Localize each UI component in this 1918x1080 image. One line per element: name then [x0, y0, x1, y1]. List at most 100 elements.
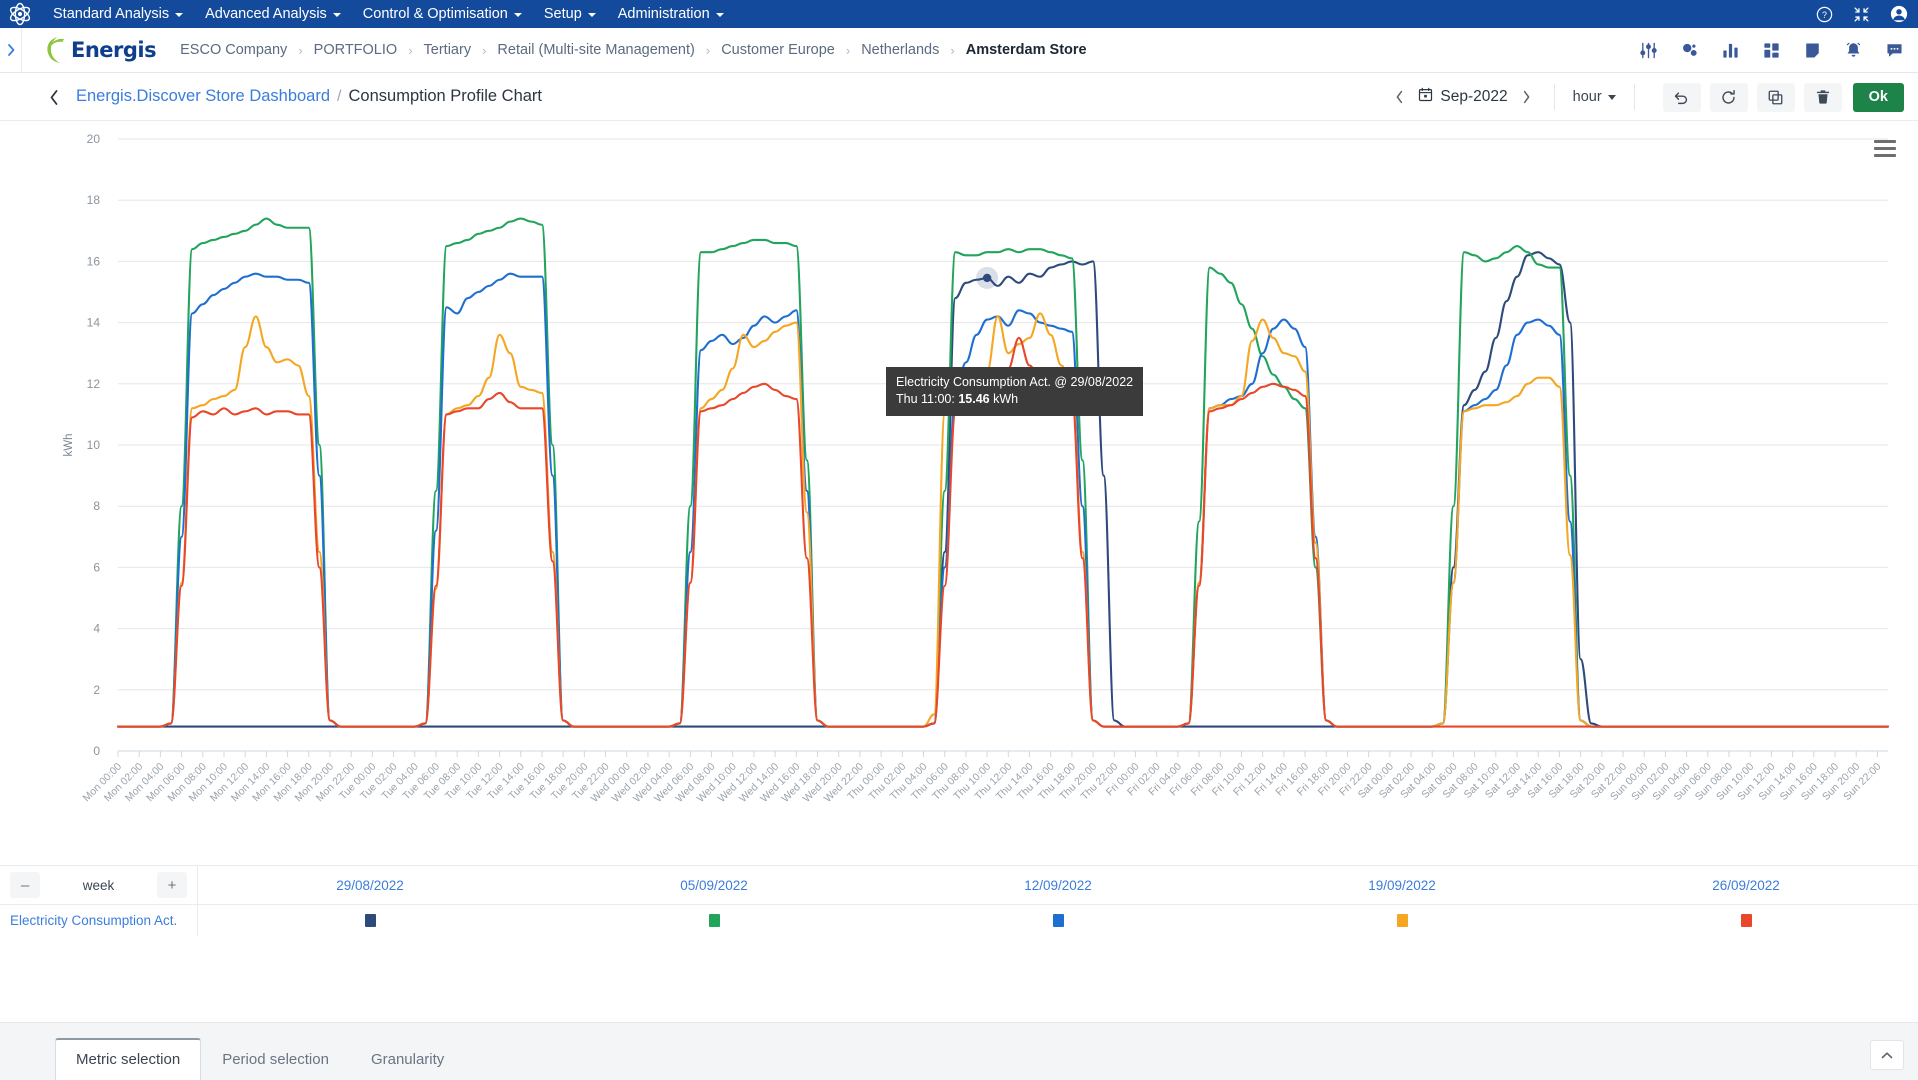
legend-swatch-1[interactable]: [709, 914, 720, 927]
legend-swatch-3[interactable]: [1397, 914, 1408, 927]
bubble-chart-icon[interactable]: [1680, 41, 1699, 60]
breadcrumb-separator-icon: ›: [298, 43, 302, 58]
tab-metric-selection[interactable]: Metric selection: [55, 1038, 201, 1080]
svg-text:16: 16: [87, 254, 101, 268]
chart-region: 02468101214161820kWhMon 00:00Mon 02:00Mo…: [0, 121, 1918, 865]
breadcrumb-separator-icon: ›: [950, 43, 954, 58]
svg-text:kWh: kWh: [63, 434, 75, 457]
breadcrumb-separator-icon: ›: [408, 43, 412, 58]
legend-swatch-cell-4: [1574, 905, 1918, 936]
svg-text:4: 4: [93, 622, 100, 636]
user-avatar-icon[interactable]: [1890, 5, 1908, 23]
svg-text:20: 20: [87, 132, 101, 146]
bottom-tab-bar: Metric selection Period selection Granul…: [0, 1022, 1918, 1080]
breadcrumb-item-tertiary[interactable]: Tertiary: [422, 42, 474, 58]
toolbar-actions: Sep-2022 hour Ok: [1386, 73, 1904, 121]
dashboard-grid-icon[interactable]: [1762, 41, 1781, 60]
page-title: Energis.Discover Store Dashboard / Consu…: [76, 87, 542, 106]
tab-granularity[interactable]: Granularity: [350, 1039, 465, 1080]
breadcrumb-item-retail[interactable]: Retail (Multi-site Management): [495, 42, 696, 58]
chevron-down-icon: [514, 13, 522, 17]
legend-date-1[interactable]: 05/09/2022: [542, 866, 886, 904]
week-decrease-button[interactable]: –: [10, 872, 40, 898]
hamburger-menu-icon[interactable]: [1874, 140, 1896, 157]
svg-text:0: 0: [93, 744, 100, 758]
tab-period-selection[interactable]: Period selection: [201, 1039, 350, 1080]
chevron-down-icon: [716, 13, 724, 17]
consumption-profile-chart[interactable]: 02468101214161820kWhMon 00:00Mon 02:00Mo…: [0, 121, 1918, 865]
legend-date-4[interactable]: 26/09/2022: [1574, 866, 1918, 904]
breadcrumb-item-esco-company[interactable]: ESCO Company: [178, 42, 289, 58]
breadcrumb-bar: Energis ESCO Company › PORTFOLIO › Terti…: [0, 28, 1918, 73]
ok-button[interactable]: Ok: [1853, 83, 1904, 112]
legend-swatch-cell-0: [198, 905, 542, 936]
period-prev-button[interactable]: [1386, 82, 1412, 112]
menu-item-advanced-analysis[interactable]: Advanced Analysis: [194, 3, 352, 26]
back-button[interactable]: [48, 73, 60, 121]
help-circle-icon[interactable]: ?: [1816, 6, 1833, 23]
breadcrumb-item-portfolio[interactable]: PORTFOLIO: [312, 42, 400, 58]
top-app-bar: Standard Analysis Advanced Analysis Cont…: [0, 0, 1918, 28]
atom-logo-icon[interactable]: [4, 0, 36, 28]
period-next-button[interactable]: [1514, 82, 1540, 112]
legend-date-0[interactable]: 29/08/2022: [198, 866, 542, 904]
menu-item-administration[interactable]: Administration: [607, 3, 735, 26]
menu-item-setup[interactable]: Setup: [533, 3, 607, 26]
menu-item-control-optimisation[interactable]: Control & Optimisation: [352, 3, 533, 26]
legend-date-2[interactable]: 12/09/2022: [886, 866, 1230, 904]
sliders-icon[interactable]: [1639, 41, 1658, 60]
menu-item-standard-analysis[interactable]: Standard Analysis: [42, 3, 194, 26]
legend-metric-name[interactable]: Electricity Consumption Act.: [0, 905, 198, 936]
chevron-down-icon: [175, 13, 183, 17]
legend-swatch-cell-2: [886, 905, 1230, 936]
title-separator: /: [337, 88, 341, 106]
svg-text:?: ?: [1822, 10, 1827, 20]
note-icon[interactable]: [1803, 41, 1822, 60]
menu-label: Standard Analysis: [53, 7, 169, 22]
refresh-button[interactable]: [1710, 83, 1748, 112]
breadcrumb: ESCO Company › PORTFOLIO › Tertiary › Re…: [178, 42, 1088, 58]
duplicate-button[interactable]: [1757, 83, 1795, 112]
main-menu: Standard Analysis Advanced Analysis Cont…: [42, 3, 735, 26]
legend-date-cells: 29/08/2022 05/09/2022 12/09/2022 19/09/2…: [198, 866, 1918, 904]
page-toolbar: Energis.Discover Store Dashboard / Consu…: [0, 73, 1918, 121]
collapse-arrows-icon[interactable]: [1853, 6, 1870, 23]
week-increase-button[interactable]: +: [157, 872, 187, 898]
panel-collapse-button[interactable]: [1870, 1040, 1904, 1070]
brand-name: Energis: [71, 38, 156, 62]
svg-text:8: 8: [93, 499, 100, 513]
parent-dashboard-link[interactable]: Energis.Discover Store Dashboard: [76, 87, 330, 106]
bell-icon[interactable]: [1844, 41, 1863, 60]
sidebar-expand-button[interactable]: [0, 28, 22, 73]
breadcrumb-item-customer-europe[interactable]: Customer Europe: [719, 42, 837, 58]
menu-label: Advanced Analysis: [205, 7, 327, 22]
legend-swatch-cell-1: [542, 905, 886, 936]
period-selector[interactable]: Sep-2022: [1412, 87, 1513, 107]
toolbar-divider: [1634, 84, 1635, 110]
energis-logo[interactable]: Energis: [44, 35, 156, 65]
undo-button[interactable]: [1663, 83, 1701, 112]
granularity-dropdown[interactable]: hour: [1569, 89, 1620, 105]
legend-header-row: – week + 29/08/2022 05/09/2022 12/09/202…: [0, 866, 1918, 905]
chevron-down-icon: [588, 13, 596, 17]
bar-chart-icon[interactable]: [1721, 41, 1740, 60]
period-value: Sep-2022: [1440, 88, 1507, 106]
chevron-down-icon: [1608, 95, 1616, 100]
chevron-down-icon: [333, 13, 341, 17]
svg-text:2: 2: [93, 683, 100, 697]
svg-text:18: 18: [87, 193, 101, 207]
chat-icon[interactable]: [1885, 41, 1904, 60]
menu-label: Setup: [544, 7, 582, 22]
legend-swatch-4[interactable]: [1741, 914, 1752, 927]
app-bar-actions: ?: [1816, 0, 1908, 28]
breadcrumb-item-netherlands[interactable]: Netherlands: [859, 42, 941, 58]
legend-date-3[interactable]: 19/09/2022: [1230, 866, 1574, 904]
week-stepper: – week +: [0, 866, 198, 904]
legend-swatch-0[interactable]: [365, 914, 376, 927]
svg-text:10: 10: [87, 438, 101, 452]
menu-label: Administration: [618, 7, 710, 22]
svg-text:14: 14: [87, 316, 101, 330]
legend-swatch-2[interactable]: [1053, 914, 1064, 927]
current-page-title: Consumption Profile Chart: [349, 87, 543, 106]
delete-button[interactable]: [1804, 83, 1842, 112]
